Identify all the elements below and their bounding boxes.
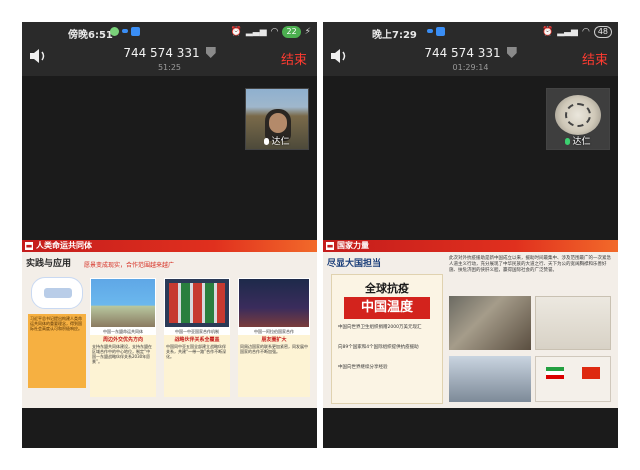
participant-video[interactable]: 达仁 xyxy=(546,88,610,150)
shared-slide: ▬ 人类命运共同体 实践与应用 愿景变成现实，合作范围越来越广 习近平总书记提出构… xyxy=(22,240,317,408)
end-call-button[interactable]: 结束 xyxy=(281,49,307,68)
slide-poster: 全球抗疫 中国温度 中国向世界卫生组织捐赠2000万美元现汇 向89个国家和4个… xyxy=(331,274,443,404)
card-desc: 中国同中亚五国全部建立战略伙伴关系，共建“一带一路”合作不断深化。 xyxy=(166,344,227,359)
card-flag-grid xyxy=(169,283,225,323)
card-title: 朋友圈扩大 xyxy=(261,337,287,343)
participant-name: 达仁 xyxy=(572,137,591,147)
security-shield-icon[interactable] xyxy=(506,47,517,58)
poster-main: 中国温度 xyxy=(344,297,430,319)
slide-subtitle: 尽显大国担当 xyxy=(327,259,382,269)
slide-header-title: 人类命运共同体 xyxy=(36,241,92,250)
phone-screen-right: 晚上7:29 ⏰ ▂▃▅ ◠ 48 744 574 331 01:29:14 结… xyxy=(323,22,618,448)
status-time: 晚上7:29 xyxy=(372,30,417,41)
header-bullet-icon: ▬ xyxy=(326,242,334,250)
slide-photo-delivery xyxy=(449,356,531,402)
card-body: 周边外交优先方向 支持东盟共同体建设，支持东盟在区域合作中的中心地位，制定“中国… xyxy=(90,335,156,397)
alarm-icon: ⏰ xyxy=(541,27,554,37)
flag-china xyxy=(582,367,600,379)
call-header: 744 574 331 51:25 结束 xyxy=(22,42,317,76)
participant-face xyxy=(269,113,287,133)
slide-tagline: 愿景变成现实，合作范围越来越广 xyxy=(84,262,175,269)
card-caption: 中国—东盟命运共同体 xyxy=(90,328,156,335)
wifi-icon: ◠ xyxy=(270,27,279,37)
mic-icon xyxy=(264,138,270,145)
card-desc: 同周边国家的联系更加紧密，同发展中国家的合作不断加强。 xyxy=(240,344,308,354)
card-image xyxy=(238,278,310,328)
poster-stat: 向89个国家和4个国际组织提供抗疫援助 xyxy=(338,345,419,350)
card-title: 周边外交优先方向 xyxy=(102,337,143,343)
slide-intro: 此次对外抗疫援助是新中国成立以来，援助时间最集中、涉及范围最广的一次紧急人道主义… xyxy=(449,256,611,273)
slide-card: 中国—中亚国家合作机制 战略伙伴关系全覆盖 中国同中亚五国全部建立战略伙伴关系，… xyxy=(164,278,230,397)
message-icon xyxy=(427,29,433,33)
card-body: 朋友圈扩大 同周边国家的联系更加紧密，同发展中国家的合作不断加强。 xyxy=(238,335,310,397)
meeting-id: 744 574 331 xyxy=(123,46,200,60)
system-icons: ⏰ ▂▃▅ ◠ 22 ⚡ xyxy=(231,26,311,38)
wifi-icon: ◠ xyxy=(581,27,590,37)
app-icon xyxy=(131,27,140,36)
participant-name: 达仁 xyxy=(271,137,290,147)
mic-icon xyxy=(565,138,571,145)
wechat-icon xyxy=(110,27,119,36)
status-time: 傍晚6:51 xyxy=(68,30,113,41)
end-call-button[interactable]: 结束 xyxy=(582,49,608,68)
security-shield-icon[interactable] xyxy=(205,47,216,58)
call-header: 744 574 331 01:29:14 结束 xyxy=(323,42,618,76)
slide-card: 中国—东盟命运共同体 周边外交优先方向 支持东盟共同体建设，支持东盟在区域合作中… xyxy=(90,278,156,397)
meeting-id-row: 744 574 331 xyxy=(22,46,317,60)
signal-icon: ▂▃▅ xyxy=(557,27,578,37)
card-desc: 支持东盟共同体建设，支持东盟在区域合作中的中心地位，制定“中国—东盟战略伙伴关系… xyxy=(92,344,152,364)
meeting-id-row: 744 574 331 xyxy=(323,46,618,60)
meeting-id: 744 574 331 xyxy=(424,46,501,60)
alarm-icon: ⏰ xyxy=(230,27,242,37)
card-caption: 中国—中亚国家合作机制 xyxy=(164,328,230,335)
header-bullet-icon: ▬ xyxy=(25,242,33,250)
flag-iran xyxy=(546,367,564,379)
notification-icons xyxy=(427,27,445,36)
poster-stat: 中国向世界卫生组织捐赠2000万美元现汇 xyxy=(338,325,422,330)
app-icon xyxy=(436,27,445,36)
battery-icon: 48 xyxy=(593,26,612,38)
signal-icon: ▂▃▅ xyxy=(245,27,267,37)
shared-slide: ▬ 国家力量 尽显大国担当 此次对外抗疫援助是新中国成立以来，援助时间最集中、涉及… xyxy=(323,240,618,408)
notification-icons xyxy=(110,27,140,36)
slide-left-box: 习近平总书记提出构建人类命运共同体的重要理念，得到国际社会高度认可和积极响应。 xyxy=(28,314,86,388)
participant-name-row: 达仁 xyxy=(547,134,609,147)
card-image xyxy=(164,278,230,328)
slide-header: ▬ 国家力量 xyxy=(323,240,618,252)
call-duration: 51:25 xyxy=(157,63,182,72)
participant-video[interactable]: 达仁 xyxy=(245,88,309,150)
card-title: 战略伙伴关系全覆盖 xyxy=(174,337,220,343)
status-bar: 傍晚6:51 ⏰ ▂▃▅ ◠ 22 ⚡ xyxy=(22,22,317,42)
card-image xyxy=(90,278,156,328)
call-duration: 01:29:14 xyxy=(452,63,489,72)
participant-name-row: 达仁 xyxy=(246,134,308,147)
slide-header: ▬ 人类命运共同体 xyxy=(22,240,317,252)
slide-subtitle: 实践与应用 xyxy=(26,259,72,269)
system-icons: ⏰ ▂▃▅ ◠ 48 xyxy=(542,26,612,38)
message-icon xyxy=(122,29,128,33)
slide-card: 中国—阿拉伯国家合作 朋友圈扩大 同周边国家的联系更加紧密，同发展中国家的合作不… xyxy=(238,278,310,397)
status-bar: 晚上7:29 ⏰ ▂▃▅ ◠ 48 xyxy=(323,22,618,42)
card-body: 战略伙伴关系全覆盖 中国同中亚五国全部建立战略伙伴关系，共建“一带一路”合作不断… xyxy=(164,335,230,397)
slide-header-title: 国家力量 xyxy=(337,241,369,250)
slide-photo-collage xyxy=(449,296,531,350)
avatar-calligraphy xyxy=(565,103,591,127)
poster-stat: 中国向世界继续分享经验 xyxy=(338,365,388,370)
battery-icon: 22 xyxy=(282,26,301,38)
phone-screen-left: 傍晚6:51 ⏰ ▂▃▅ ◠ 22 ⚡ 744 574 331 51:25 结束… xyxy=(22,22,317,448)
card-caption: 中国—阿拉伯国家合作 xyxy=(238,328,310,335)
poster-title: 全球抗疫 xyxy=(365,282,409,295)
slide-photo-flags xyxy=(535,356,611,402)
charging-icon: ⚡ xyxy=(304,27,311,37)
slide-logo-text xyxy=(44,288,72,298)
slide-photo-badge xyxy=(535,296,611,350)
